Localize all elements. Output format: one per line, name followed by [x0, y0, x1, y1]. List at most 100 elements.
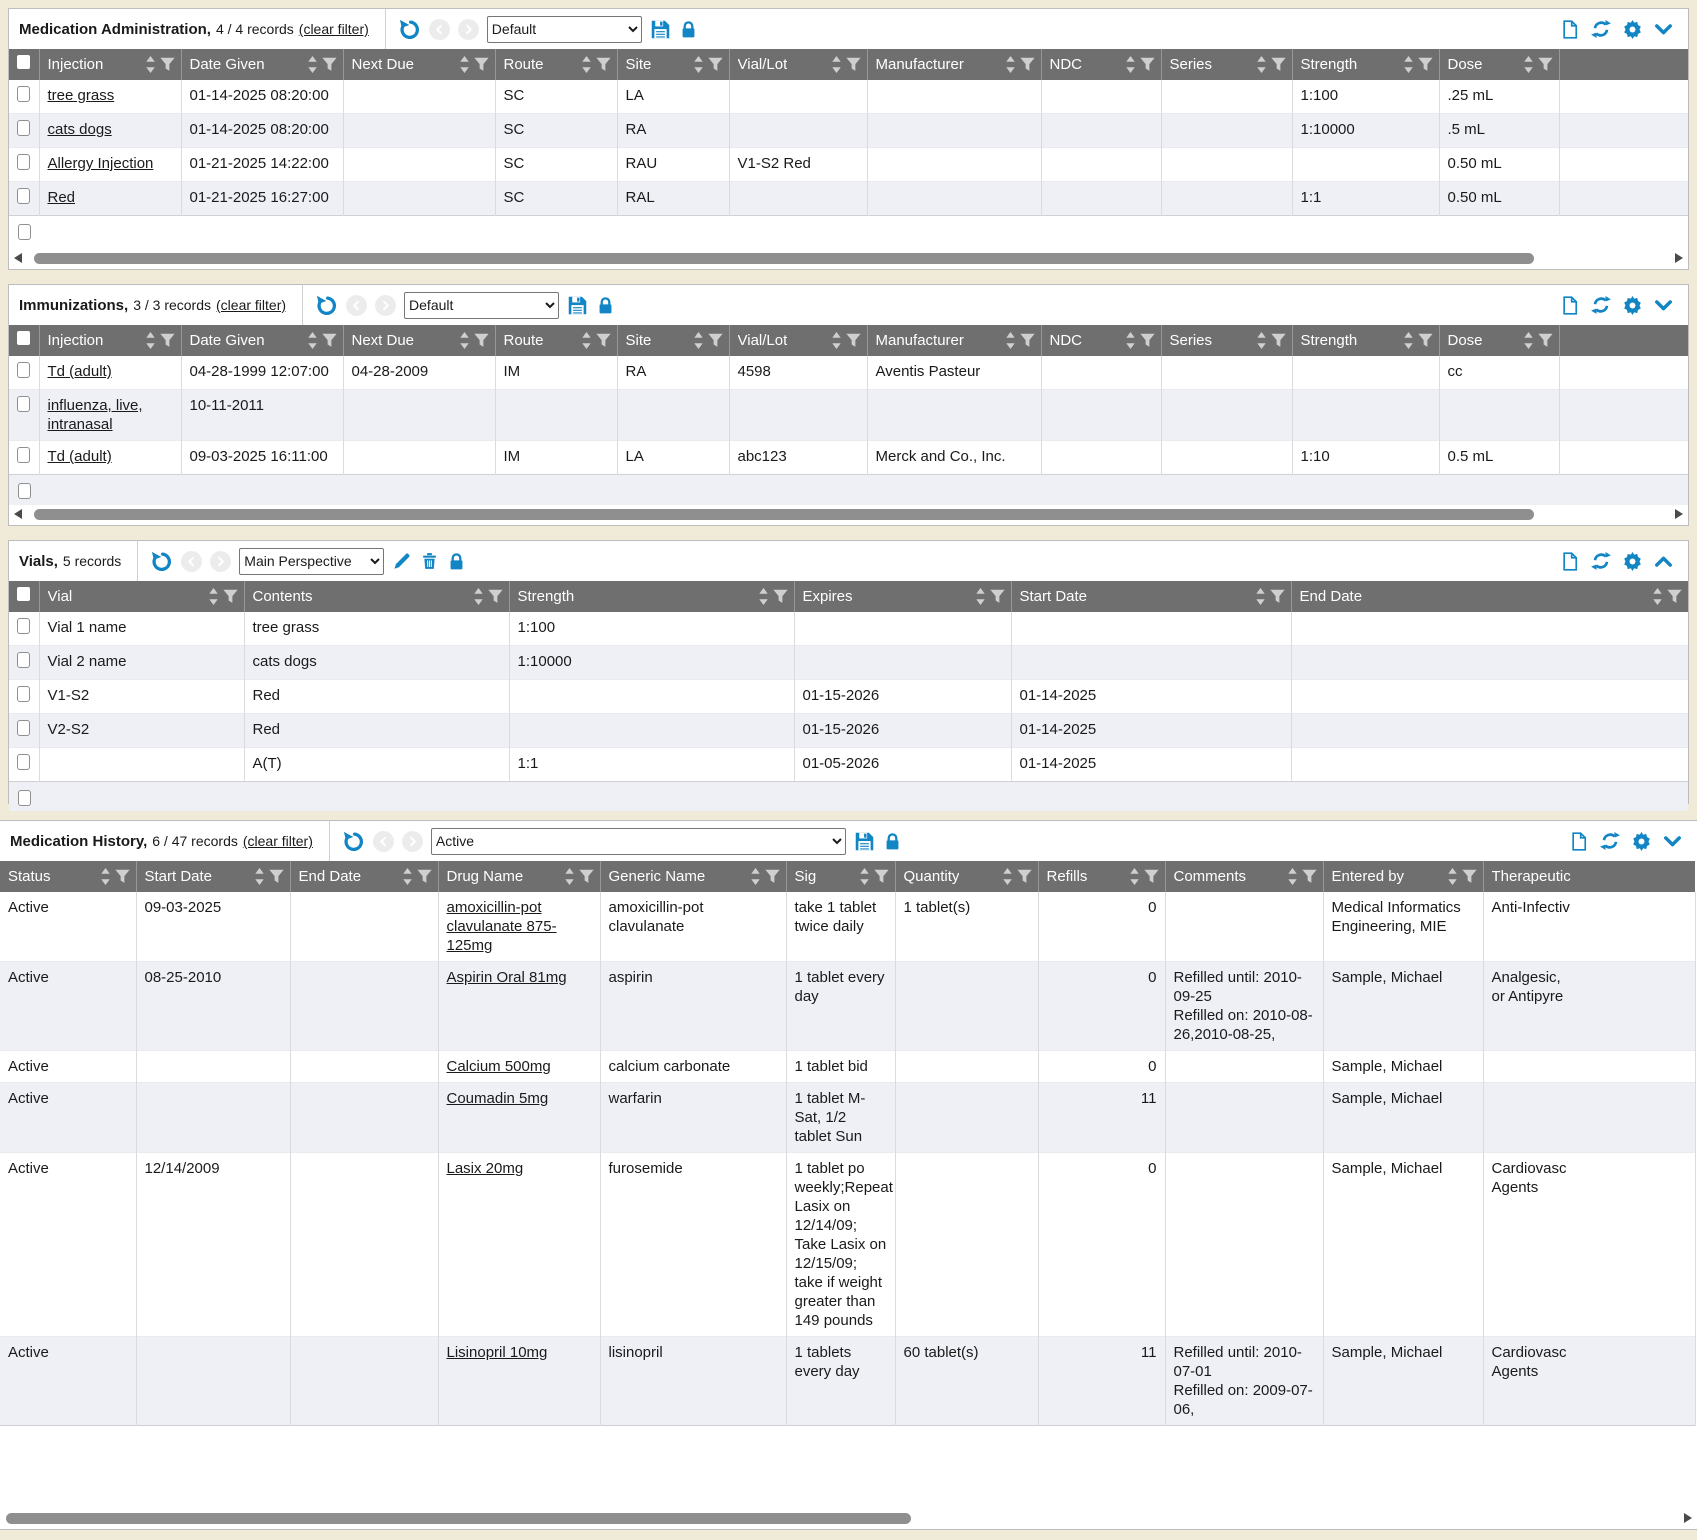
column-header-vial-lot[interactable]: Vial/Lot [729, 49, 867, 80]
filter-funnel-icon[interactable] [874, 869, 889, 884]
injection-link[interactable]: Td (adult) [48, 448, 112, 465]
row-checkbox[interactable] [17, 754, 30, 770]
filter-funnel-icon[interactable] [846, 333, 861, 348]
undo-icon[interactable] [150, 550, 173, 573]
column-header-route[interactable]: Route [495, 49, 617, 80]
drug-name-link[interactable]: amoxicillin-pot clavulanate 875-125mg [447, 899, 557, 954]
previous-icon[interactable] [373, 831, 394, 852]
column-header-vial[interactable]: Vial [39, 581, 244, 612]
column-header-drug-name[interactable]: Drug Name [438, 861, 600, 892]
sort-icon[interactable] [564, 868, 575, 885]
sort-icon[interactable] [254, 868, 265, 885]
sort-icon[interactable] [1125, 56, 1136, 73]
column-header-next-due[interactable]: Next Due [343, 49, 495, 80]
row-checkbox[interactable] [17, 686, 30, 702]
filter-funnel-icon[interactable] [1140, 57, 1155, 72]
lock-icon[interactable] [679, 20, 698, 39]
sort-icon[interactable] [1447, 868, 1458, 885]
sort-icon[interactable] [1129, 868, 1140, 885]
column-header-end-date[interactable]: End Date [290, 861, 438, 892]
sort-icon[interactable] [581, 56, 592, 73]
undo-icon[interactable] [342, 830, 365, 853]
clear-filter-link[interactable]: (clear filter) [216, 297, 286, 313]
sort-icon[interactable] [459, 56, 470, 73]
column-header-vial-lot[interactable]: Vial/Lot [729, 325, 867, 356]
injection-link[interactable]: Red [48, 189, 76, 206]
sort-icon[interactable] [581, 332, 592, 349]
column-header-expires[interactable]: Expires [794, 581, 1011, 612]
column-header-strength[interactable]: Strength [1292, 325, 1439, 356]
row-checkbox[interactable] [18, 790, 31, 806]
filter-funnel-icon[interactable] [765, 869, 780, 884]
row-checkbox[interactable] [17, 720, 30, 736]
filter-funnel-icon[interactable] [1017, 869, 1032, 884]
collapse-icon[interactable] [1654, 20, 1673, 39]
settings-gear-icon[interactable] [1622, 19, 1643, 40]
sort-icon[interactable] [1255, 588, 1266, 605]
filter-funnel-icon[interactable] [990, 589, 1005, 604]
settings-gear-icon[interactable] [1622, 551, 1643, 572]
settings-gear-icon[interactable] [1631, 831, 1652, 852]
perspective-select[interactable]: Default [404, 292, 559, 319]
column-header-start-date[interactable]: Start Date [1011, 581, 1291, 612]
filter-funnel-icon[interactable] [160, 333, 175, 348]
row-checkbox[interactable] [17, 154, 30, 170]
new-document-icon[interactable] [1560, 19, 1580, 40]
column-header-series[interactable]: Series [1161, 325, 1292, 356]
scroll-right-arrow[interactable] [1675, 253, 1683, 263]
filter-funnel-icon[interactable] [115, 869, 130, 884]
row-checkbox[interactable] [17, 120, 30, 136]
refresh-icon[interactable] [1591, 295, 1611, 315]
horizontal-scrollbar[interactable] [12, 251, 1685, 266]
next-icon[interactable] [402, 831, 423, 852]
filter-funnel-icon[interactable] [269, 869, 284, 884]
undo-icon[interactable] [315, 294, 338, 317]
next-icon[interactable] [210, 551, 231, 572]
refresh-icon[interactable] [1600, 831, 1620, 851]
next-icon[interactable] [375, 295, 396, 316]
clear-filter-link[interactable]: (clear filter) [299, 21, 369, 37]
filter-funnel-icon[interactable] [322, 333, 337, 348]
filter-funnel-icon[interactable] [596, 333, 611, 348]
new-document-icon[interactable] [1560, 295, 1580, 316]
filter-funnel-icon[interactable] [596, 57, 611, 72]
settings-gear-icon[interactable] [1622, 295, 1643, 316]
scrollbar-thumb[interactable] [6, 1513, 911, 1524]
scroll-left-arrow[interactable] [14, 509, 22, 519]
sort-icon[interactable] [100, 868, 111, 885]
column-header-dose[interactable]: Dose [1439, 325, 1559, 356]
row-checkbox[interactable] [17, 188, 30, 204]
filter-funnel-icon[interactable] [322, 57, 337, 72]
sort-icon[interactable] [693, 56, 704, 73]
filter-funnel-icon[interactable] [1538, 57, 1553, 72]
filter-funnel-icon[interactable] [1302, 869, 1317, 884]
sort-icon[interactable] [1403, 56, 1414, 73]
filter-funnel-icon[interactable] [1271, 57, 1286, 72]
column-header-manufacturer[interactable]: Manufacturer [867, 325, 1041, 356]
save-icon[interactable] [854, 831, 875, 852]
filter-funnel-icon[interactable] [223, 589, 238, 604]
row-checkbox[interactable] [17, 362, 30, 378]
select-all-checkbox[interactable] [9, 49, 39, 80]
injection-link[interactable]: influenza, live, intranasal [48, 397, 143, 433]
sort-icon[interactable] [1256, 332, 1267, 349]
sort-icon[interactable] [1256, 56, 1267, 73]
column-header-site[interactable]: Site [617, 49, 729, 80]
drug-name-link[interactable]: Aspirin Oral 81mg [447, 969, 567, 986]
filter-funnel-icon[interactable] [708, 333, 723, 348]
column-header-injection[interactable]: Injection [39, 325, 181, 356]
column-header-date-given[interactable]: Date Given [181, 325, 343, 356]
sort-icon[interactable] [1287, 868, 1298, 885]
filter-funnel-icon[interactable] [417, 869, 432, 884]
filter-funnel-icon[interactable] [1144, 869, 1159, 884]
column-header-sig[interactable]: Sig [786, 861, 895, 892]
sort-icon[interactable] [1523, 56, 1534, 73]
column-header-generic-name[interactable]: Generic Name [600, 861, 786, 892]
injection-link[interactable]: tree grass [48, 87, 115, 104]
sort-icon[interactable] [1403, 332, 1414, 349]
injection-link[interactable]: cats dogs [48, 121, 112, 138]
filter-funnel-icon[interactable] [1462, 869, 1477, 884]
select-all-checkbox[interactable] [9, 581, 39, 612]
filter-funnel-icon[interactable] [1538, 333, 1553, 348]
sort-icon[interactable] [859, 868, 870, 885]
